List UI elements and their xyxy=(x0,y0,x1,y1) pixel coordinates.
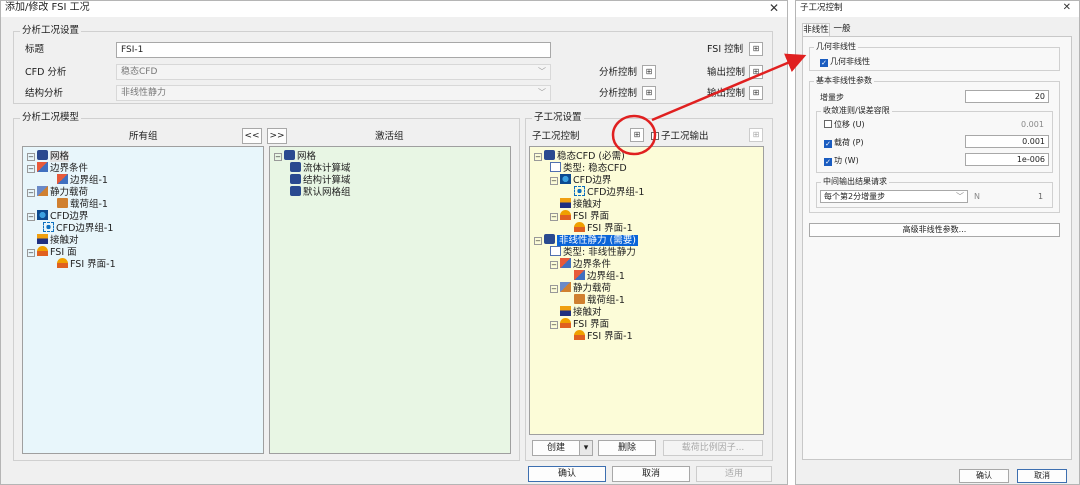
annotation-overlay xyxy=(611,53,807,156)
annotation-arrow xyxy=(651,53,807,122)
highlight-circle xyxy=(611,114,657,156)
